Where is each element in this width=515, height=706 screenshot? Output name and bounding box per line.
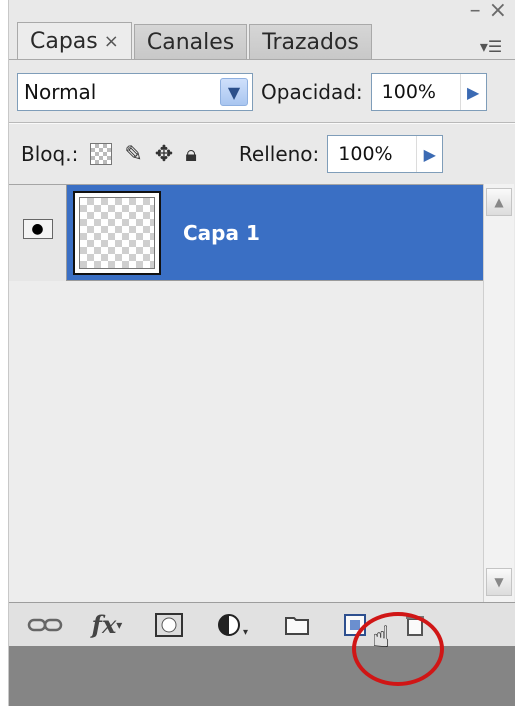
tab-trazados-label: Trazados [262, 30, 359, 55]
fill-arrow-icon[interactable]: ▶ [416, 136, 442, 172]
blend-mode-select[interactable]: Normal ▼ [17, 73, 253, 111]
fill-value: 100% [338, 143, 393, 165]
opacity-field[interactable]: 100% ▶ [370, 73, 487, 111]
new-group-icon[interactable] [269, 607, 325, 643]
tab-canales-label: Canales [146, 30, 235, 55]
layer-row[interactable]: ● Capa 1 [9, 185, 483, 281]
panel-menu-icon[interactable]: ▾☰ [473, 34, 509, 58]
tab-trazados[interactable]: Trazados [249, 24, 372, 60]
fx-icon[interactable]: fx ▾ [75, 607, 139, 643]
layer-thumbnail [73, 190, 161, 275]
tab-canales[interactable]: Canales [133, 24, 248, 60]
lock-all-icon[interactable]: 🔒︎ [185, 142, 197, 167]
layers-panel: – × Capas × Canales Trazados ▾☰ Normal ▼… [8, 0, 515, 706]
blend-row: Normal ▼ Opacidad: 100% ▶ [17, 72, 505, 112]
tab-divider [9, 59, 515, 60]
eye-icon[interactable]: ● [22, 219, 53, 239]
minimize-icon[interactable]: – [470, 0, 481, 22]
hand-cursor-icon: ☝ [372, 620, 391, 655]
close-icon[interactable]: × [489, 0, 507, 22]
lock-paint-brush-icon[interactable]: ✎ [124, 142, 142, 167]
scroll-up-icon[interactable]: ▲ [486, 188, 512, 216]
blend-mode-value: Normal [24, 80, 97, 104]
fill-field[interactable]: 100% ▶ [327, 135, 444, 173]
opacity-label: Opacidad: [261, 80, 363, 104]
opacity-arrow-icon[interactable]: ▶ [459, 74, 486, 110]
lock-move-icon[interactable]: ✥ [155, 142, 173, 167]
lock-transparent-icon[interactable] [90, 143, 113, 165]
chevron-down-icon[interactable]: ▼ [220, 78, 248, 106]
tab-capas-label: Capas [30, 29, 98, 54]
tab-strip: Capas × Canales Trazados [17, 22, 374, 60]
svg-text:▾: ▾ [243, 627, 248, 637]
tab-close-icon[interactable]: × [104, 31, 119, 52]
visibility-toggle[interactable]: ● [9, 185, 67, 281]
highlight-circle [352, 612, 444, 686]
link-layers-icon[interactable] [15, 607, 75, 643]
layers-list: ● Capa 1 [9, 184, 483, 602]
window-controls: – × [470, 0, 507, 22]
fill-label: Relleno: [238, 142, 320, 166]
lock-icons: ✎ ✥ 🔒︎ [90, 142, 197, 167]
layer-selected[interactable]: Capa 1 [67, 185, 483, 280]
lock-row: Bloq.: ✎ ✥ 🔒︎ Relleno: 100% ▶ [17, 134, 505, 174]
lock-label: Bloq.: [21, 142, 79, 166]
opacity-value: 100% [381, 81, 436, 103]
scroll-down-icon[interactable]: ▼ [486, 568, 512, 596]
layer-name[interactable]: Capa 1 [183, 221, 260, 245]
layer-mask-icon[interactable] [139, 607, 199, 643]
vertical-scrollbar[interactable]: ▲ ▼ [483, 184, 514, 602]
adjustment-layer-icon[interactable]: ▾ [199, 607, 269, 643]
tab-capas[interactable]: Capas × [17, 22, 132, 60]
divider [9, 122, 515, 124]
